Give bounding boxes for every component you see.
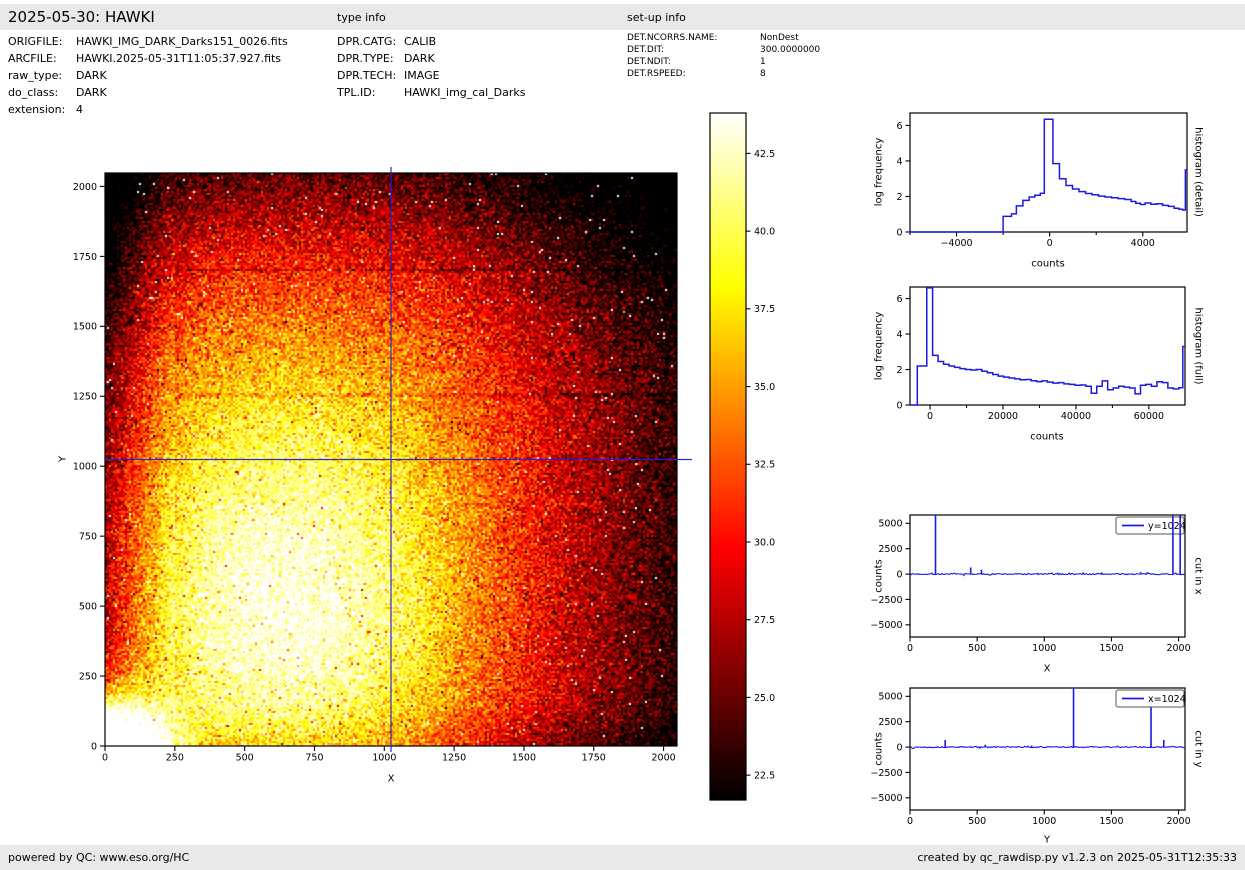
tick-label: 0 [91, 741, 97, 752]
tick-label: 750 [305, 753, 323, 764]
tick-label: −5000 [870, 620, 902, 631]
tick-label: 1000 [372, 753, 396, 764]
colorbar-box [710, 113, 746, 800]
tick-label: 500 [79, 602, 97, 613]
tick-label: −5000 [870, 793, 902, 804]
tick-label: 2500 [878, 544, 902, 555]
tick-label: 42.5 [754, 149, 775, 160]
tick-label: 0 [907, 816, 913, 827]
tick-label: 0 [896, 227, 902, 238]
tick-label: 5000 [878, 692, 902, 703]
histogram-detail-curve [910, 119, 1187, 232]
tick-label: 1500 [512, 753, 536, 764]
tick-label: 27.5 [754, 615, 775, 626]
tick-label: 22.5 [754, 771, 775, 782]
tick-label: 37.5 [754, 304, 775, 315]
tick-label: 5000 [878, 519, 902, 530]
tick-label: 30.0 [754, 537, 775, 548]
tick-label: 1500 [1099, 643, 1123, 654]
tick-label: 2000 [1166, 816, 1190, 827]
tick-label: 40.0 [754, 227, 775, 238]
tick-label: 1750 [582, 753, 606, 764]
tick-label: 20000 [988, 411, 1018, 422]
tick-label: −4000 [940, 238, 972, 249]
tick-label: 40000 [1061, 411, 1091, 422]
tick-label: 25.0 [754, 693, 775, 704]
tick-label: 4000 [1131, 238, 1155, 249]
tick-label: 0 [927, 411, 933, 422]
tick-label: −2500 [870, 768, 902, 779]
tick-label: 2000 [1166, 643, 1190, 654]
tick-label: 6 [896, 121, 902, 132]
tick-label: 500 [236, 753, 254, 764]
histogram-detail-axes-box [910, 113, 1187, 232]
footer-right-text: created by qc_rawdisp.py v1.2.3 on 2025-… [917, 851, 1237, 864]
tick-label: 2000 [73, 182, 97, 193]
tick-label: 1250 [73, 392, 97, 403]
tick-label: 2 [896, 192, 902, 203]
tick-label: 2000 [652, 753, 676, 764]
plots-overlay: 0250500750100012501500175020000250500750… [0, 0, 1245, 870]
tick-label: 35.0 [754, 382, 775, 393]
tick-label: 4 [896, 329, 902, 340]
tick-label: 60000 [1134, 411, 1164, 422]
tick-label: 750 [79, 532, 97, 543]
tick-label: 1750 [73, 252, 97, 263]
tick-label: 0 [1047, 238, 1053, 249]
tick-label: 250 [166, 753, 184, 764]
tick-label: 0 [896, 742, 902, 753]
tick-label: 1250 [442, 753, 466, 764]
tick-label: x=1024 [1148, 694, 1186, 705]
tick-label: 1500 [1099, 816, 1123, 827]
qc-report-page: 2025-05-30: HAWKI type info set-up info … [0, 0, 1245, 870]
tick-label: 0 [907, 643, 913, 654]
tick-label: −2500 [870, 595, 902, 606]
tick-label: 500 [968, 643, 986, 654]
tick-label: 32.5 [754, 460, 775, 471]
tick-label: 2 [896, 365, 902, 376]
tick-label: 1000 [1032, 816, 1056, 827]
tick-label: 500 [968, 816, 986, 827]
tick-label: 0 [896, 569, 902, 580]
cut-in-x-baseline [910, 573, 1185, 576]
tick-label: 0 [896, 400, 902, 411]
tick-label: 1000 [73, 462, 97, 473]
cut-in-y-baseline [910, 746, 1185, 749]
footer-left-text: powered by QC: www.eso.org/HC [8, 851, 189, 864]
histogram-full-axes-box [910, 287, 1185, 405]
tick-label: 4 [896, 156, 902, 167]
histogram-full-curve [910, 288, 1185, 405]
tick-label: 2500 [878, 717, 902, 728]
tick-label: 1500 [73, 322, 97, 333]
tick-label: 0 [102, 753, 108, 764]
tick-label: 250 [79, 671, 97, 682]
tick-label: 1000 [1032, 643, 1056, 654]
tick-label: 6 [896, 294, 902, 305]
